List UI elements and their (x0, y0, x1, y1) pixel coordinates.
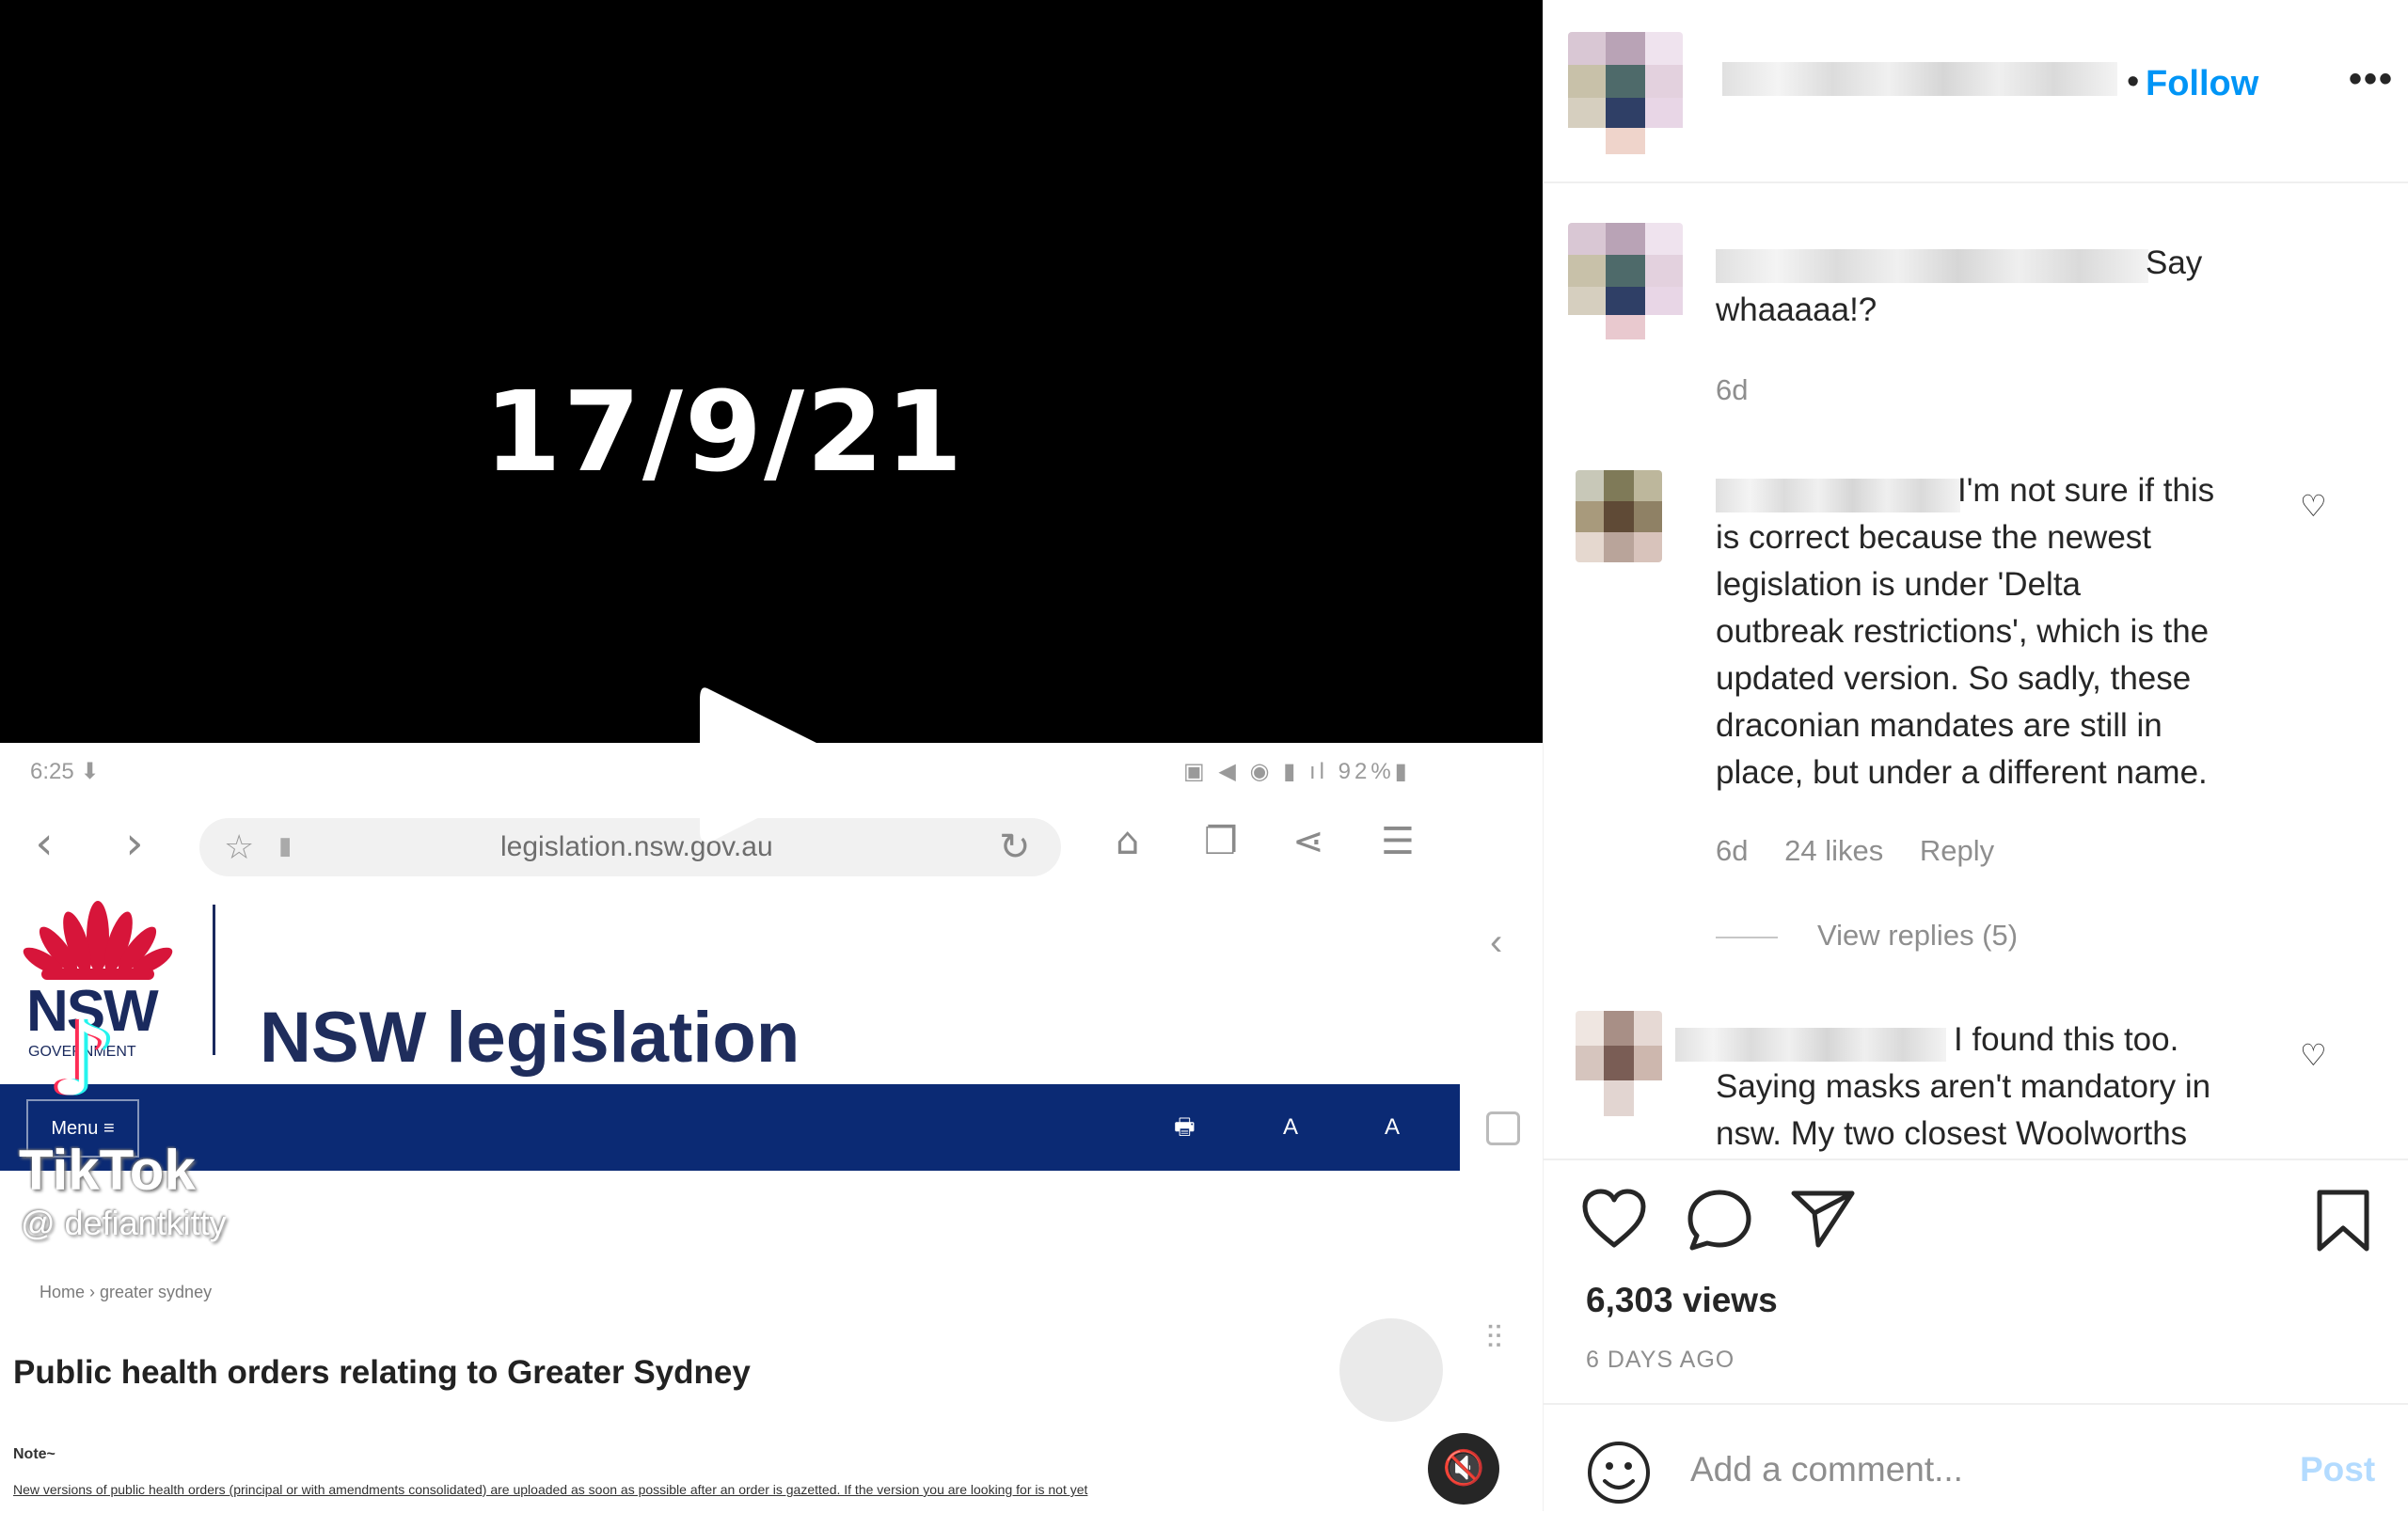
comment-age: 6d (1716, 834, 1749, 867)
author-avatar[interactable] (1568, 32, 1683, 154)
commenter-name-redacted[interactable] (1716, 249, 2148, 283)
comment-text: draconian mandates are still in (1716, 707, 2162, 744)
comment-age: 6d (1716, 373, 1749, 406)
mute-icon[interactable]: 🔇 (1428, 1433, 1499, 1505)
bookmark-star-icon: ☆ (224, 827, 255, 866)
share-paper-plane-icon[interactable] (1790, 1189, 1856, 1249)
nsw-legislation-title: NSW legislation (260, 998, 800, 1078)
tabs-icon: ❐ (1204, 820, 1238, 863)
sliders-icon: ⫶⫶ (1486, 1320, 1502, 1356)
follow-button[interactable]: Follow (2146, 64, 2258, 104)
view-replies-label: View replies (5) (1817, 919, 2019, 952)
status-time: 6:25 ⬇ (30, 759, 100, 784)
reply-button[interactable]: Reply (1920, 834, 1994, 867)
comment-text: nsw. My two closest Woolworths (1716, 1115, 2188, 1152)
tiktok-watermark: TikTok (19, 1139, 196, 1202)
logo-divider (213, 905, 215, 1055)
save-bookmark-icon[interactable] (2315, 1189, 2371, 1253)
follow-separator: • (2127, 62, 2140, 102)
more-options-icon[interactable]: ••• (2349, 58, 2394, 101)
replies-dash (1716, 936, 1778, 938)
site-nav-bar: Menu ≡ 🖶 A A (0, 1084, 1460, 1171)
home-icon: ⌂ (1116, 820, 1140, 863)
note-label: Note~ (13, 1446, 55, 1462)
side-square-icon (1486, 1111, 1520, 1145)
note-text: New versions of public health orders (pr… (13, 1482, 1088, 1497)
forward-icon: › (125, 817, 144, 870)
status-icons: ▣ ◀ ◉ ▮ ıl 92%▮ (1183, 759, 1411, 784)
back-icon: ‹ (35, 817, 54, 870)
post-header: • Follow ••• (1544, 0, 2408, 183)
comment-text: whaaaaa!? (1716, 292, 1877, 328)
view-replies-button[interactable]: View replies (5) (1716, 919, 2018, 953)
comment-text: place, but under a different name. (1716, 754, 2208, 791)
lock-icon: ▮ (278, 831, 293, 859)
share-icon: ⋖ (1292, 820, 1324, 863)
post-sidebar: • Follow ••• Say whaaaaa!? 6d I'm not su… (1543, 0, 2408, 1511)
commenter-name-redacted[interactable] (1716, 479, 1960, 512)
video-frame-screenshot: 6:25 ⬇ ▣ ◀ ◉ ▮ ıl 92%▮ ‹ › ☆ ▮ legislati… (0, 743, 1543, 1511)
page-heading: Public health orders relating to Greater… (13, 1354, 751, 1391)
comment-avatar[interactable] (1568, 223, 1683, 339)
address-bar: ☆ ▮ legislation.nsw.gov.au ↻ (199, 818, 1061, 876)
add-comment-input[interactable]: Add a comment... (1690, 1450, 1963, 1489)
video-player[interactable]: 17/9/21 6:25 ⬇ ▣ ◀ ◉ ▮ ıl 92%▮ ‹ › ☆ ▮ l… (0, 0, 1543, 1511)
comment-text: Saying masks aren't mandatory in (1716, 1068, 2211, 1105)
watermark-blob (1339, 1318, 1443, 1422)
comment-text: outbreak restrictions', which is the (1716, 613, 2210, 650)
comment-text: is correct because the newest (1716, 519, 2152, 556)
play-icon[interactable] (696, 681, 856, 850)
like-heart-icon[interactable] (1581, 1189, 1647, 1249)
comment-likes[interactable]: 24 likes (1784, 834, 1883, 867)
comment-text: legislation is under 'Delta (1716, 566, 2082, 603)
breadcrumb: Home › greater sydney (40, 1283, 213, 1301)
collapse-chevron-icon: ‹ (1490, 922, 1503, 963)
video-date-caption: 17/9/21 (483, 367, 965, 496)
tiktok-handle: @ defiantkitty (21, 1204, 227, 1242)
reload-icon: ↻ (999, 827, 1031, 868)
tiktok-note-icon: ♪ (49, 999, 116, 1119)
nsw-waratah-logo (23, 901, 173, 980)
comment-text: I found this too. (1954, 1021, 2179, 1058)
comment-composer: Add a comment... Post (1544, 1403, 2408, 1513)
post-actions: 6,303 views 6 DAYS AGO (1544, 1158, 2408, 1405)
comment-text: I'm not sure if this (1957, 472, 2215, 509)
post-comment-button[interactable]: Post (2300, 1450, 2375, 1489)
comment-bubble-icon[interactable] (1687, 1189, 1752, 1251)
post-timestamp: 6 DAYS AGO (1586, 1347, 1735, 1373)
comment-text: Say (2146, 244, 2203, 281)
view-count: 6,303 views (1586, 1281, 1778, 1319)
comment-avatar[interactable] (1576, 1011, 1662, 1116)
nsw-site-header: NSW GOVERNMENT NSW legislation ‹ (0, 893, 1543, 1081)
emoji-smile-icon[interactable] (1586, 1440, 1652, 1505)
comments-list[interactable]: Say whaaaaa!? 6d I'm not sure if this is… (1544, 183, 2408, 1157)
comment-text: updated version. So sadly, these (1716, 660, 2192, 697)
menu-icon: ☰ (1381, 820, 1415, 863)
comment-avatar[interactable] (1576, 470, 1662, 562)
commenter-name-redacted[interactable] (1675, 1028, 1946, 1062)
author-name-redacted[interactable] (1722, 62, 2117, 96)
comment-meta: 6d 24 likes Reply (1716, 834, 2022, 868)
site-tools: 🖶 A A (1173, 1114, 1441, 1140)
comment-like-heart-icon[interactable]: ♡ (2300, 1037, 2327, 1073)
comment-like-heart-icon[interactable]: ♡ (2300, 488, 2327, 524)
